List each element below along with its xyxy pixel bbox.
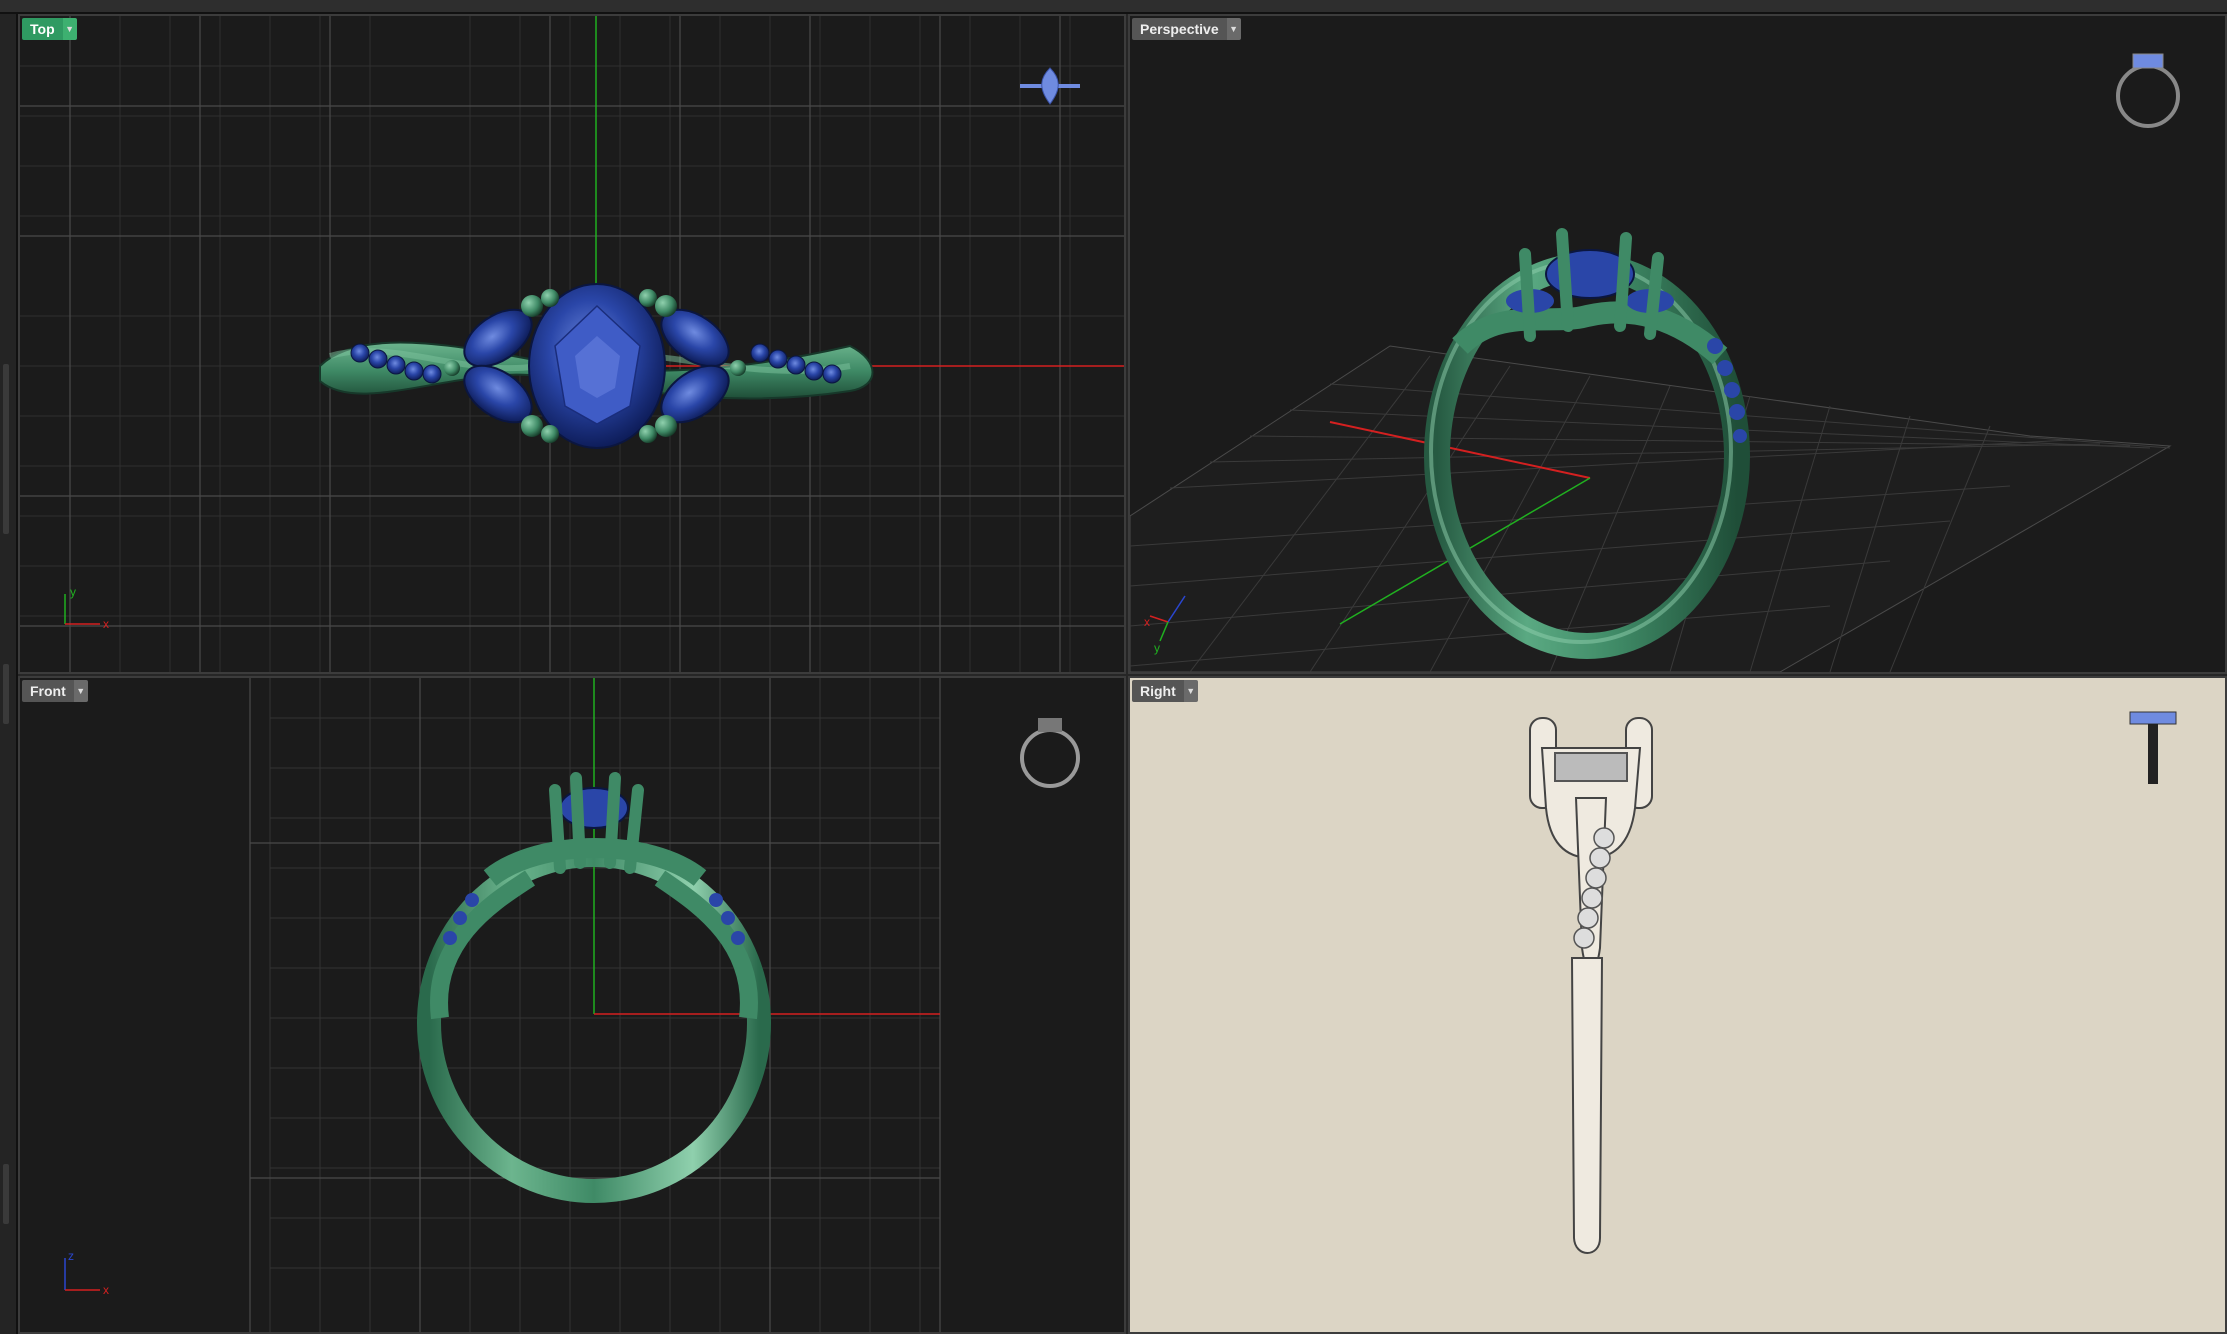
scroll-handle[interactable] (3, 664, 9, 724)
ring-thumbnail-icon[interactable] (1020, 718, 1080, 788)
grid-major (249, 678, 941, 1332)
viewport-right-canvas[interactable] (1130, 678, 2225, 1332)
ring-thumbnail-icon[interactable] (2129, 711, 2177, 784)
chevron-down-icon[interactable]: ▼ (73, 680, 88, 702)
grid-minor (269, 678, 940, 1332)
chevron-down-icon[interactable]: ▼ (62, 18, 77, 40)
viewport-top-canvas[interactable]: y x (20, 16, 1124, 672)
left-side-panel (0, 14, 18, 1334)
scroll-handle[interactable] (3, 1164, 9, 1224)
viewport-perspective[interactable]: x y Perspective ▼ (1128, 14, 2227, 674)
ring-model-top[interactable] (319, 283, 874, 449)
viewport-label-text[interactable]: Perspective (1132, 18, 1227, 40)
chevron-down-icon[interactable]: ▼ (1183, 680, 1198, 702)
viewport-label-text[interactable]: Front (22, 680, 74, 702)
chevron-down-icon[interactable]: ▼ (1226, 18, 1241, 40)
viewport-label-right[interactable]: Right ▼ (1132, 680, 1198, 702)
ring-model-right-sketch[interactable] (1529, 717, 1653, 1254)
viewport-label-perspective[interactable]: Perspective ▼ (1132, 18, 1241, 40)
svg-text:x: x (103, 1283, 109, 1297)
ring-thumbnail-icon[interactable] (2116, 53, 2180, 128)
svg-text:y: y (70, 585, 76, 599)
ring-thumbnail-icon[interactable] (1020, 67, 1080, 105)
scroll-handle[interactable] (3, 364, 9, 534)
viewport-label-text[interactable]: Top (22, 18, 63, 40)
viewport-front-canvas[interactable]: x z (20, 678, 1124, 1332)
axis-triad: y x (64, 585, 109, 631)
viewport-right[interactable]: Right ▼ (1128, 676, 2227, 1334)
svg-text:x: x (103, 617, 109, 631)
svg-text:y: y (1154, 641, 1160, 655)
viewport-label-text[interactable]: Right (1132, 680, 1184, 702)
svg-text:z: z (68, 1249, 74, 1263)
viewport-top[interactable]: y x Top ▼ (18, 14, 1126, 674)
rhino-workspace: y x Top ▼ x y Perspective ▼ x z Front ▼ … (0, 0, 2227, 1334)
viewport-perspective-canvas[interactable]: x y (1130, 16, 2225, 672)
viewport-label-front[interactable]: Front ▼ (22, 680, 88, 702)
axis-triad: x z (64, 1249, 109, 1297)
viewport-label-top[interactable]: Top ▼ (22, 18, 77, 40)
svg-text:x: x (1144, 615, 1150, 629)
viewport-front[interactable]: x z Front ▼ (18, 676, 1126, 1334)
top-toolbar-strip (0, 0, 2227, 14)
